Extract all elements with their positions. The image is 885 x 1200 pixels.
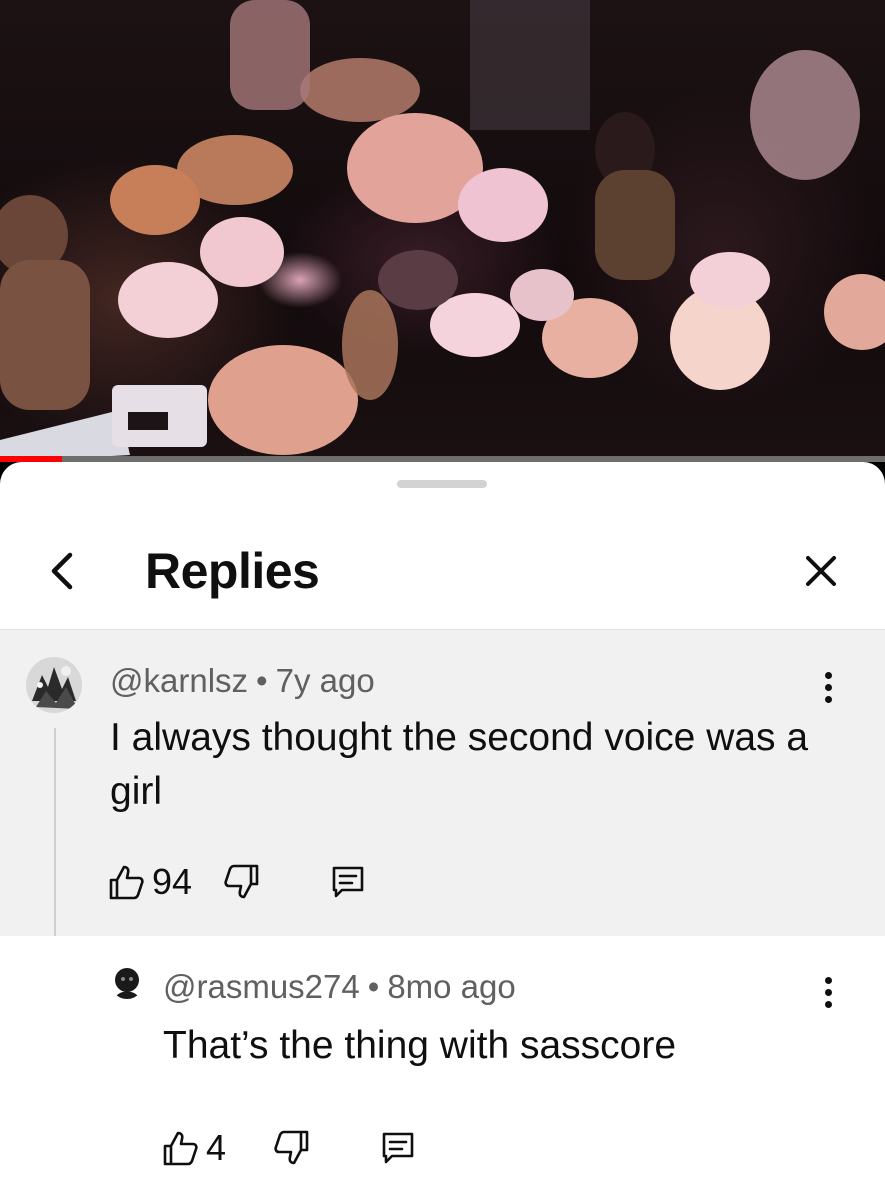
avatar[interactable] [26,657,82,713]
parent-comment: @karnlsz • 7y ago I always thought the sec… [0,630,885,936]
user-avatar-image [110,965,144,999]
comment-menu-button[interactable] [813,665,843,709]
reply-button[interactable] [328,857,368,907]
thumbs-up-icon [163,1131,198,1166]
chevron-left-icon [51,552,73,590]
video-player[interactable] [0,0,885,462]
user-avatar-image [26,657,82,713]
like-count: 94 [152,861,193,902]
like-button[interactable]: 94 [106,857,192,907]
avatar[interactable] [110,965,144,999]
reply-button[interactable] [378,1123,418,1173]
meta-separator: • [256,662,268,699]
comment-author[interactable]: @rasmus274 [163,968,360,1005]
close-icon [806,556,836,586]
comment-age: 7y ago [275,662,375,699]
comment-meta: @karnlsz • 7y ago [110,662,375,700]
replies-sheet: Replies @karnlsz • 7y ago I always thought… [0,462,885,1200]
comment-text: That’s the thing with sasscore [163,1024,677,1067]
dislike-button[interactable] [272,1123,312,1173]
close-button[interactable] [794,544,848,598]
comment-actions: 94 [106,857,368,907]
comment-actions: 4 [160,1123,418,1173]
video-frame-image [0,0,885,462]
comment-meta: @rasmus274 • 8mo ago [163,968,516,1006]
comment-author[interactable]: @karnlsz [110,662,248,699]
like-count: 4 [206,1127,227,1168]
more-vert-icon [824,976,832,984]
thumbs-down-icon [274,1130,309,1165]
like-button[interactable]: 4 [160,1123,226,1173]
sheet-drag-handle[interactable] [397,480,487,488]
thumbs-up-icon [109,865,144,900]
meta-separator: • [367,968,380,1005]
comment-menu-button[interactable] [813,970,843,1014]
more-vert-icon [824,671,832,679]
reply-comment: @rasmus274 • 8mo ago That’s the thing with… [0,936,885,1200]
reply-comment-icon [332,866,364,898]
dislike-button[interactable] [222,857,262,907]
back-button[interactable] [34,544,88,598]
thumbs-down-icon [224,864,259,899]
comment-age: 8mo ago [387,968,516,1005]
page-title: Replies [145,543,320,599]
reply-comment-icon [382,1132,414,1164]
comment-text: I always thought the second voice was a … [110,716,809,813]
replies-header: Replies [0,518,885,630]
